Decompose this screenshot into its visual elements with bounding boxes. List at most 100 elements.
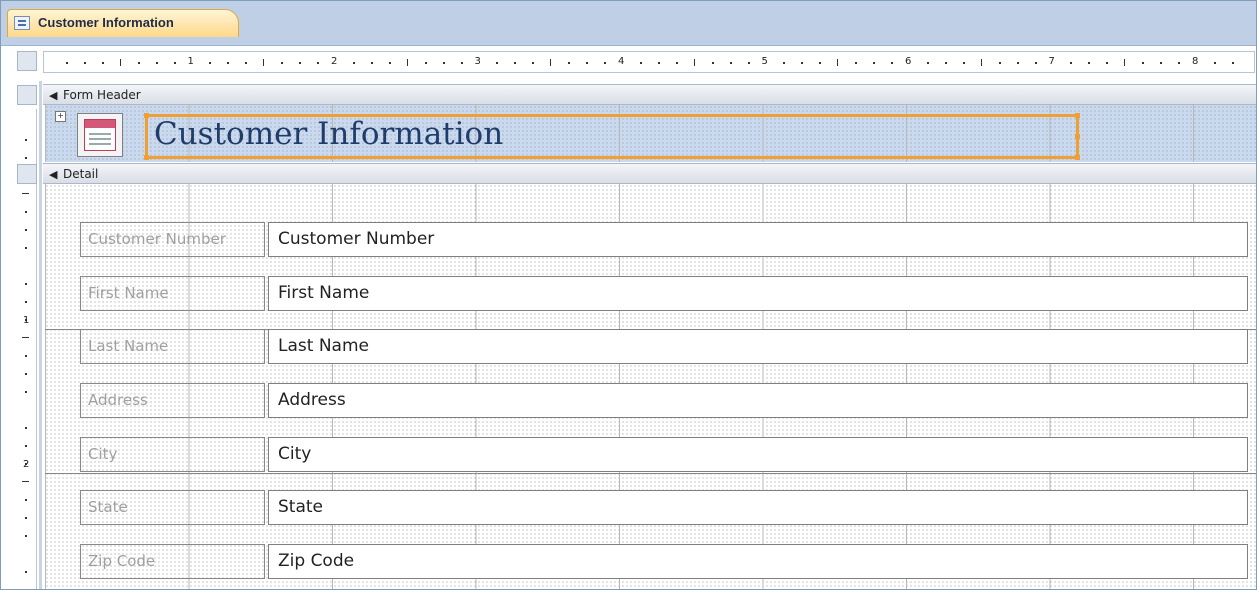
ruler-tick — [460, 62, 463, 64]
ruler-number: 2 — [23, 459, 30, 470]
ruler-tick — [263, 59, 265, 66]
ruler-tick — [25, 247, 27, 249]
ruler-tick — [25, 427, 27, 429]
ruler-tick — [25, 229, 27, 231]
field-label-box[interactable]: Address — [80, 383, 265, 418]
ruler-tick — [801, 62, 804, 64]
ruler-number: 5 — [761, 56, 768, 67]
ruler-tick — [514, 62, 517, 64]
field-control-source: Address — [278, 390, 346, 410]
field-label: City — [88, 445, 118, 463]
ruler-tick — [926, 62, 929, 64]
move-handle-icon[interactable]: + — [55, 111, 66, 122]
ruler-tick — [83, 62, 86, 64]
ruler-number: 4 — [618, 56, 625, 67]
ruler-tick — [352, 62, 355, 64]
form-selector[interactable] — [17, 51, 37, 71]
form-logo-icon[interactable] — [77, 113, 123, 157]
ruler-tick — [1213, 62, 1216, 64]
field-control-source: State — [278, 497, 323, 517]
form-design-window: Customer Information 1 2 3 4 5 6 7 8 1 2 ◀ Form … — [0, 0, 1257, 590]
ruler-tick — [245, 62, 248, 64]
field-textbox[interactable]: Customer Number — [268, 222, 1248, 257]
ruler-tick — [1142, 62, 1145, 64]
field-label: Zip Code — [88, 552, 156, 570]
field-label-box[interactable]: Zip Code — [80, 544, 265, 579]
field-label: Last Name — [88, 337, 169, 355]
field-label-box[interactable]: First Name — [80, 276, 265, 311]
ruler-tick — [281, 62, 284, 64]
ruler-tick — [1016, 62, 1019, 64]
ruler-number: 8 — [1192, 56, 1199, 67]
ruler-tick — [424, 62, 427, 64]
form-title-label[interactable]: Customer Information — [144, 113, 1080, 160]
field-control-source: City — [278, 444, 312, 464]
ruler-tick — [532, 62, 535, 64]
ruler-tick — [998, 62, 1001, 64]
document-tab-customer-information[interactable]: Customer Information — [7, 9, 239, 37]
field-textbox[interactable]: State — [268, 490, 1248, 525]
field-control-source: Last Name — [278, 336, 369, 356]
section-expand-icon: ◀ — [49, 168, 58, 181]
form-header-selector[interactable] — [17, 85, 37, 105]
ruler-tick — [22, 481, 29, 482]
ruler-tick — [25, 499, 27, 501]
field-label-box[interactable]: State — [80, 490, 265, 525]
ruler-tick — [442, 62, 445, 64]
ruler-tick — [22, 337, 29, 338]
detail-section-bar[interactable]: ◀ Detail — [43, 163, 1256, 184]
detail-label: Detail — [63, 167, 99, 181]
ruler-tick — [299, 62, 302, 64]
ruler-tick — [227, 62, 230, 64]
ruler-tick — [25, 211, 27, 213]
ruler-tick — [1160, 62, 1163, 64]
ruler-tick — [639, 62, 642, 64]
ruler-tick — [604, 62, 607, 64]
section-expand-icon: ◀ — [49, 89, 58, 102]
ruler-tick — [586, 62, 589, 64]
resize-handle[interactable] — [1075, 113, 1080, 118]
ruler-tick — [119, 59, 121, 66]
field-control-source: Zip Code — [278, 551, 355, 571]
ruler-tick — [101, 62, 104, 64]
ruler-tick — [747, 62, 750, 64]
resize-handle[interactable] — [1075, 134, 1080, 139]
resize-handle[interactable] — [1075, 155, 1080, 160]
field-control-source: Customer Number — [278, 229, 435, 249]
ruler-number: 7 — [1048, 56, 1055, 67]
ruler-tick — [22, 193, 29, 194]
ruler-tick — [25, 535, 27, 537]
ruler-number: 3 — [474, 56, 481, 67]
ruler-tick — [137, 62, 140, 64]
ruler-tick — [891, 62, 894, 64]
ruler-tick — [388, 62, 391, 64]
ruler-tick — [783, 62, 786, 64]
ruler-tick — [1088, 62, 1091, 64]
field-textbox[interactable]: Last Name — [268, 329, 1248, 364]
ruler-tick — [1231, 62, 1234, 64]
field-label-box[interactable]: Last Name — [80, 329, 265, 364]
ruler-tick — [855, 62, 858, 64]
resize-handle[interactable] — [144, 155, 149, 160]
ruler-tick — [711, 62, 714, 64]
resize-handle[interactable] — [144, 113, 149, 118]
horizontal-ruler[interactable]: 1 2 3 4 5 6 7 8 — [43, 51, 1255, 73]
ruler-tick — [962, 62, 965, 64]
field-textbox[interactable]: First Name — [268, 276, 1248, 311]
ruler-tick — [1124, 59, 1126, 66]
field-textbox[interactable]: City — [268, 437, 1248, 472]
field-control-source: First Name — [278, 283, 370, 303]
ruler-tick — [980, 59, 982, 66]
ruler-tick — [25, 571, 27, 573]
ruler-tick — [675, 62, 678, 64]
ruler-tick — [550, 59, 552, 66]
section-selector-strip — [39, 81, 42, 589]
field-textbox[interactable]: Zip Code — [268, 544, 1248, 579]
field-textbox[interactable]: Address — [268, 383, 1248, 418]
form-header-section-bar[interactable]: ◀ Form Header — [43, 84, 1256, 105]
ruler-tick — [25, 517, 27, 519]
grid-inch-line — [45, 473, 1256, 474]
field-label-box[interactable]: Customer Number — [80, 222, 265, 257]
detail-selector[interactable] — [17, 164, 37, 184]
field-label-box[interactable]: City — [80, 437, 265, 472]
